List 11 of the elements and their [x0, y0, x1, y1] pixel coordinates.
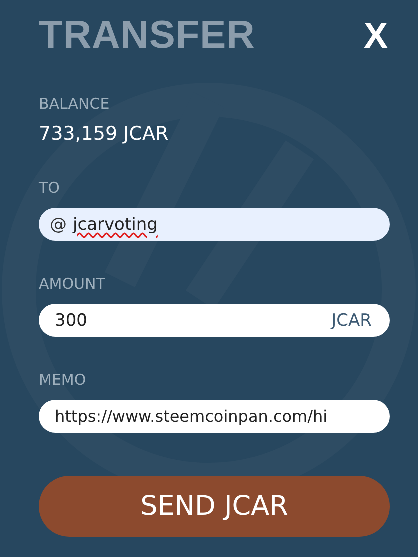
- to-label: TO: [39, 178, 61, 198]
- balance-label: BALANCE: [39, 94, 111, 114]
- amount-field[interactable]: 300 JCAR: [39, 304, 390, 337]
- memo-label: MEMO: [39, 370, 88, 390]
- recipient-field[interactable]: @ jcarvoting: [39, 208, 390, 241]
- close-button[interactable]: X: [364, 18, 388, 54]
- amount-label: AMOUNT: [39, 274, 106, 294]
- dialog-title: TRANSFER: [39, 14, 256, 58]
- balance-value: 733,159 JCAR: [39, 122, 170, 146]
- send-button[interactable]: SEND JCAR: [39, 476, 390, 537]
- memo-field[interactable]: https://www.steemcoinpan.com/hi: [39, 400, 390, 433]
